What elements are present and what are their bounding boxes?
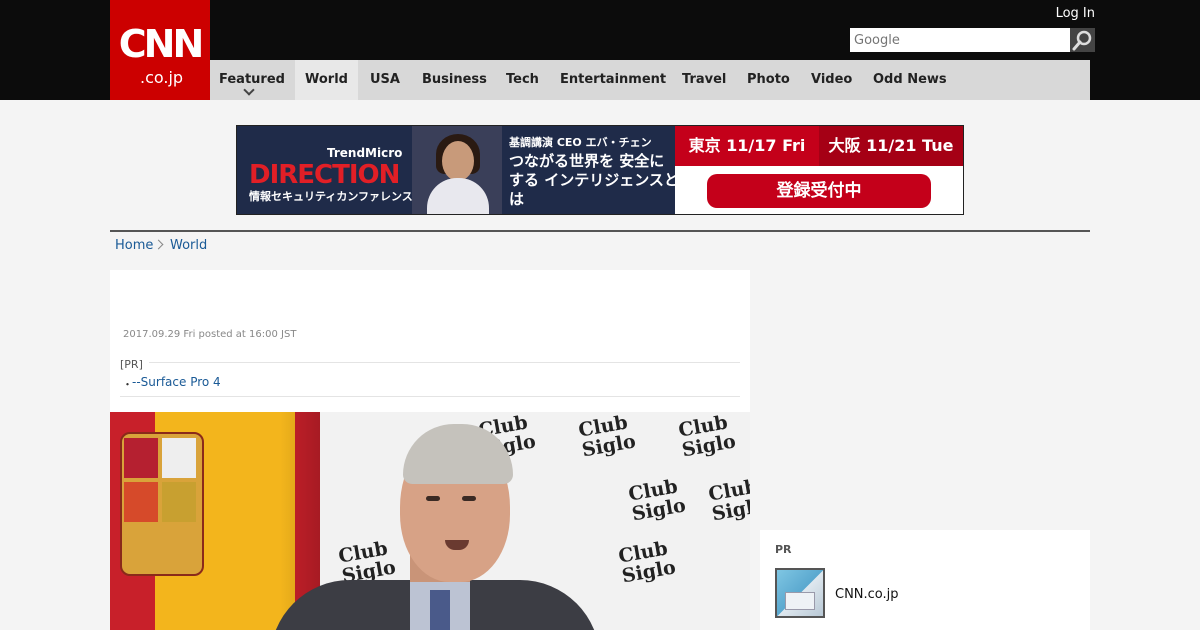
backdrop-logo: ClubSiglo: [626, 475, 688, 526]
sidebar-pr-box: PR CNN.co.jp: [760, 530, 1090, 630]
person-tie: [430, 590, 450, 630]
article-photo[interactable]: Club Siglo Club Siglo Club Siglo Club Siglo …: [110, 412, 750, 630]
sidebar-pr-label: PR: [775, 543, 792, 556]
login-link[interactable]: Log In: [1040, 6, 1095, 21]
logo-main-text: CNN: [118, 22, 205, 66]
crest-quarter: [162, 438, 196, 478]
main-nav: Featured World USA Business Tech Enterta…: [210, 60, 1090, 100]
pr-divider-top: [120, 362, 740, 363]
banner-left: TrendMicro DIRECTION 情報セキュリティカンファレンス 基調講…: [237, 126, 679, 214]
nav-tech[interactable]: Tech: [506, 60, 539, 100]
pr-label: [PR]: [120, 358, 149, 371]
article-card: 2017.09.29 Fri posted at 16:00 JST [PR] …: [110, 270, 750, 630]
banner-brand-small: TrendMicro: [327, 146, 403, 160]
site-header: CNN .co.jp Log In Featured World USA Bus…: [0, 0, 1200, 100]
crest-quarter: [124, 482, 158, 522]
speaker-body: [427, 178, 489, 214]
breadcrumb-world[interactable]: World: [170, 238, 207, 253]
pr-divider-bottom: [120, 396, 740, 397]
banner-right: 東京 11/17 Fri 大阪 11/21 Tue 登録受付中: [675, 126, 963, 214]
banner-copy: つながる世界を 安全にする インテリジェンスとは: [509, 152, 679, 208]
pr-thumbnail[interactable]: [775, 568, 825, 618]
breadcrumb-divider: [110, 230, 1090, 232]
banner-brand-large: DIRECTION: [249, 160, 400, 190]
pr-link[interactable]: --Surface Pro 4: [132, 375, 221, 389]
nav-world[interactable]: World: [295, 60, 358, 100]
search-icon: [1072, 30, 1092, 51]
banner-lead: 基調講演 CEO エバ・チェン: [509, 136, 652, 149]
nav-travel[interactable]: Travel: [682, 60, 726, 100]
banner-osaka-date: 大阪 11/21 Tue: [819, 126, 963, 166]
nav-odd-news[interactable]: Odd News: [873, 60, 947, 100]
crest-quarter: [162, 482, 196, 522]
banner-ad[interactable]: TrendMicro DIRECTION 情報セキュリティカンファレンス 基調講…: [236, 125, 964, 215]
nav-business[interactable]: Business: [422, 60, 487, 100]
banner-tokyo-date: 東京 11/17 Fri: [675, 126, 819, 166]
nav-entertainment[interactable]: Entertainment: [560, 60, 666, 100]
envelope-icon: [785, 592, 815, 610]
cnn-logo[interactable]: CNN .co.jp: [110, 0, 210, 100]
nav-video[interactable]: Video: [811, 60, 852, 100]
logo-sub-text: .co.jp: [140, 68, 184, 87]
nav-usa[interactable]: USA: [370, 60, 400, 100]
nav-featured[interactable]: Featured: [210, 60, 294, 100]
nav-photo[interactable]: Photo: [747, 60, 790, 100]
crest-quarter: [124, 438, 158, 478]
banner-register-button[interactable]: 登録受付中: [707, 174, 931, 208]
breadcrumb-home[interactable]: Home: [115, 238, 153, 253]
person-eye: [426, 496, 440, 501]
person-eye: [462, 496, 476, 501]
chevron-right-icon: [153, 239, 164, 250]
backdrop-logo: ClubSiglo: [676, 412, 738, 462]
backdrop-logo: ClubSiglo: [616, 537, 678, 588]
article-posted-date: 2017.09.29 Fri posted at 16:00 JST: [123, 329, 297, 340]
backdrop-logo: ClubSiglo: [706, 475, 750, 526]
nav-featured-label: Featured: [219, 72, 285, 87]
banner-speaker-photo: [412, 126, 502, 214]
backdrop-logo: ClubSiglo: [576, 412, 638, 462]
banner-subtitle: 情報セキュリティカンファレンス: [249, 190, 413, 203]
speaker-face: [442, 141, 474, 181]
search-input[interactable]: [850, 28, 1070, 52]
sidebar-pr-item[interactable]: CNN.co.jp: [835, 587, 899, 602]
search-button[interactable]: [1070, 28, 1095, 52]
